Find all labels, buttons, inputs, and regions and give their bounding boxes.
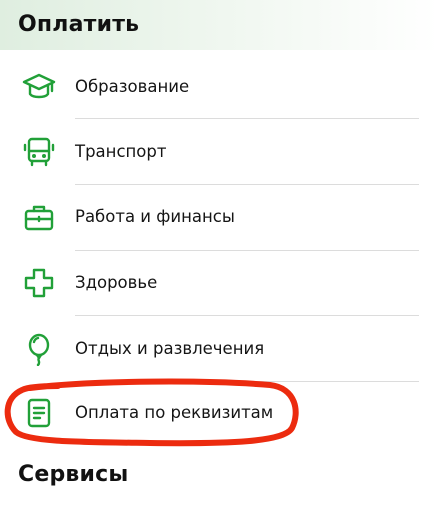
menu-item-leisure[interactable]: Отдых и развлечения	[0, 318, 439, 382]
menu-item-label: Работа и финансы	[75, 207, 235, 226]
menu-item-transport[interactable]: Транспорт	[0, 121, 439, 185]
menu-item-work-finance[interactable]: Работа и финансы	[0, 186, 439, 250]
menu-item-label: Оплата по реквизитам	[75, 403, 274, 422]
bus-icon	[22, 135, 56, 169]
menu-item-health[interactable]: Здоровье	[0, 252, 439, 316]
menu-item-label: Образование	[75, 77, 190, 96]
menu-item-label: Здоровье	[75, 273, 158, 292]
divider	[75, 184, 419, 185]
graduation-cap-icon	[22, 70, 56, 104]
divider	[75, 118, 419, 119]
balloon-icon	[22, 332, 56, 366]
services-section-title: Сервисы	[18, 462, 129, 487]
briefcase-icon	[22, 200, 56, 234]
menu-item-education[interactable]: Образование	[0, 56, 439, 120]
menu-item-pay-by-details[interactable]: Оплата по реквизитам	[0, 382, 439, 446]
medical-cross-icon	[22, 266, 56, 300]
menu-item-label: Отдых и развлечения	[75, 339, 265, 358]
divider	[75, 250, 419, 251]
menu-item-label: Транспорт	[75, 142, 167, 161]
pay-section-title: Оплатить	[18, 12, 140, 37]
document-icon	[22, 396, 56, 430]
divider	[75, 315, 419, 316]
